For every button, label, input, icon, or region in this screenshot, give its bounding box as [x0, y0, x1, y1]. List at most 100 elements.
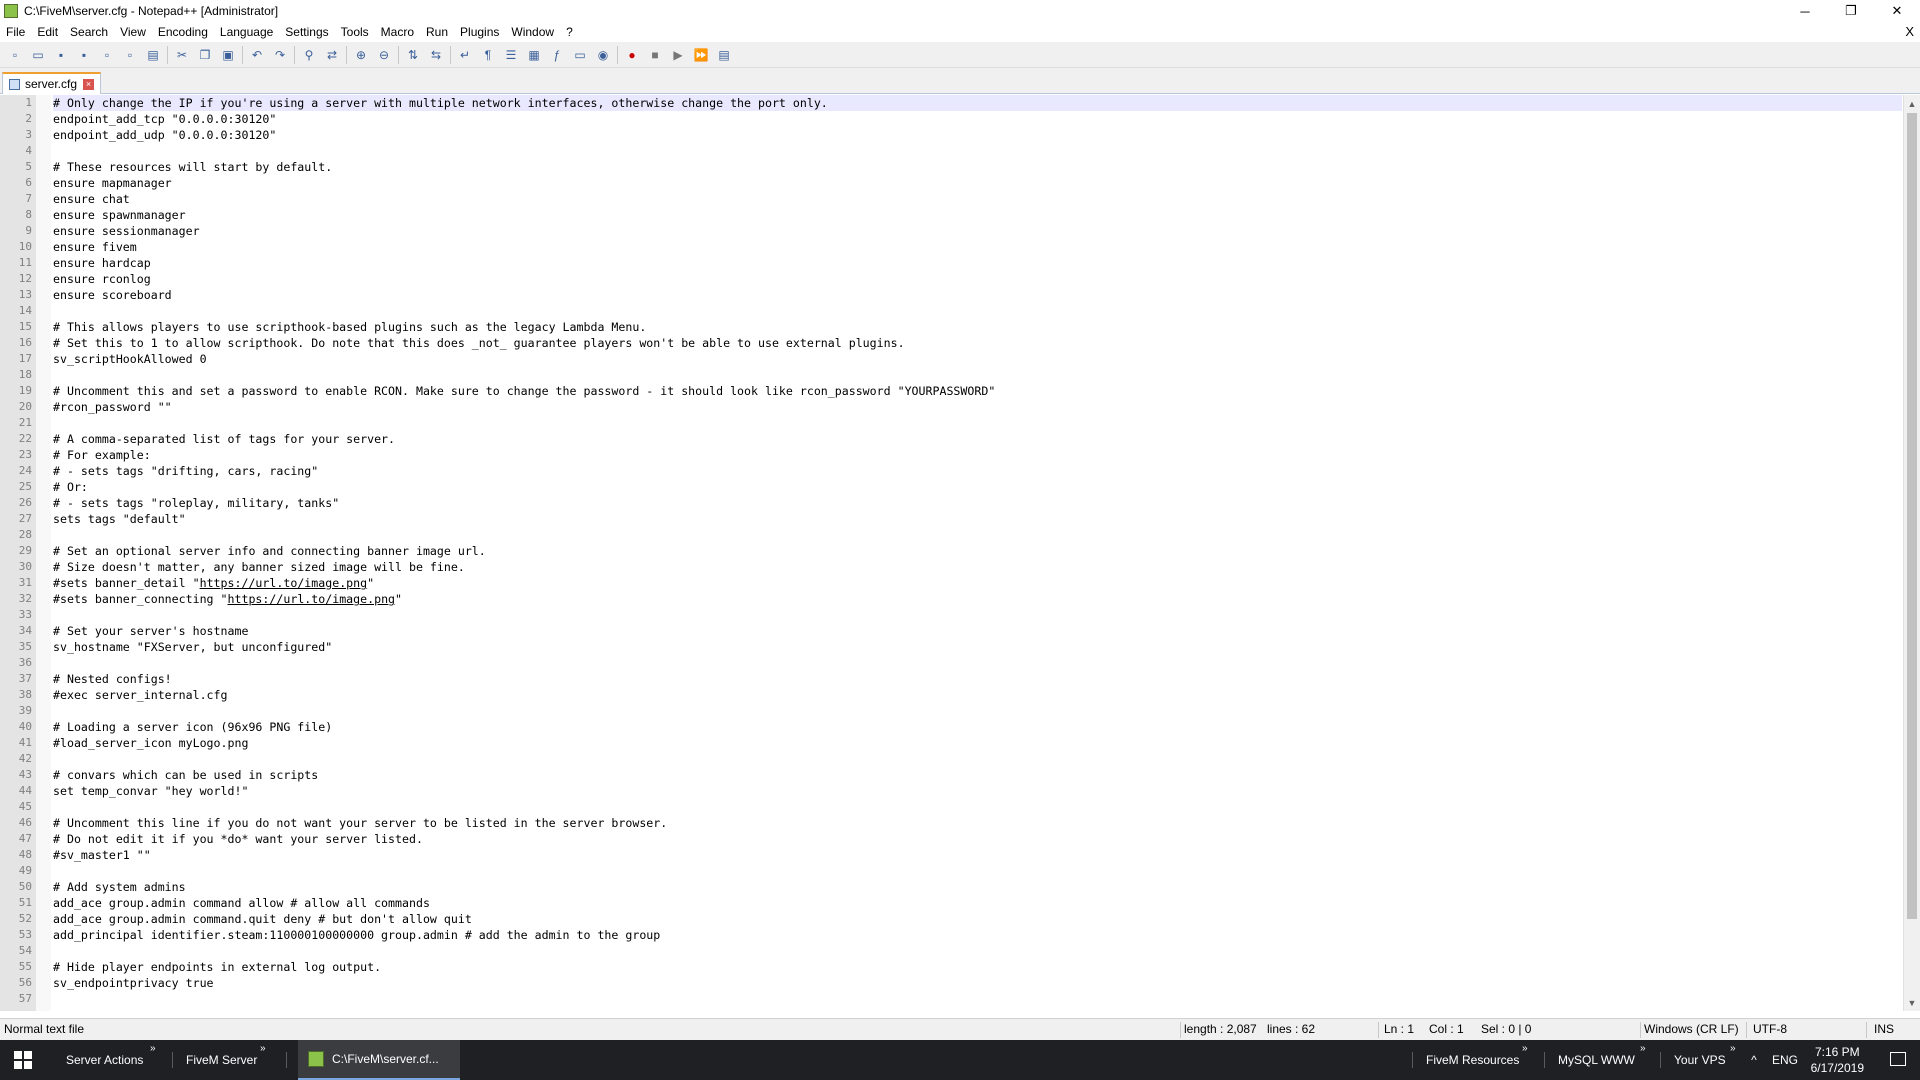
taskbar-app-notepad-plus-plus[interactable]: C:\FiveM\server.cf...: [298, 1040, 460, 1080]
undo-icon[interactable]: ↶: [248, 46, 266, 64]
url-link[interactable]: https://url.to/image.png: [228, 592, 396, 606]
menu-encoding[interactable]: Encoding: [152, 22, 214, 42]
scroll-down-icon[interactable]: ▼: [1904, 994, 1920, 1011]
show-all-chars-icon[interactable]: ¶: [479, 46, 497, 64]
folder-workspace-icon[interactable]: ▭: [571, 46, 589, 64]
system-clock[interactable]: 7:16 PM 6/17/2019: [1811, 1044, 1864, 1076]
code-line[interactable]: #sv_master1 "": [53, 847, 1902, 863]
code-line[interactable]: # Do not edit it if you *do* want your s…: [53, 831, 1902, 847]
code-line[interactable]: # These resources will start by default.: [53, 159, 1902, 175]
url-link[interactable]: https://url.to/image.png: [200, 576, 368, 590]
print-icon[interactable]: ▤: [144, 46, 162, 64]
menu-search[interactable]: Search: [64, 22, 114, 42]
close-all-icon[interactable]: ▫: [121, 46, 139, 64]
code-line[interactable]: set temp_convar "hey world!": [53, 783, 1902, 799]
open-file-icon[interactable]: ▭: [29, 46, 47, 64]
code-line[interactable]: ensure sessionmanager: [53, 223, 1902, 239]
save-icon[interactable]: ▪: [52, 46, 70, 64]
maximize-button[interactable]: ❐: [1828, 0, 1874, 22]
taskbar-toolbar-fivem-resources[interactable]: FiveM Resources »: [1418, 1040, 1544, 1080]
paste-icon[interactable]: ▣: [219, 46, 237, 64]
menu-language[interactable]: Language: [214, 22, 279, 42]
code-line[interactable]: # Set an optional server info and connec…: [53, 543, 1902, 559]
taskbar-toolbar-your-vps[interactable]: Your VPS »: [1666, 1040, 1738, 1080]
taskbar-toolbar-mysql-www[interactable]: MySQL WWW »: [1550, 1040, 1652, 1080]
code-line[interactable]: [53, 991, 1902, 1007]
close-document-button[interactable]: X: [1905, 22, 1914, 42]
close-icon[interactable]: ▫: [98, 46, 116, 64]
code-line[interactable]: # Size doesn't matter, any banner sized …: [53, 559, 1902, 575]
code-line[interactable]: ensure spawnmanager: [53, 207, 1902, 223]
code-line[interactable]: # Uncomment this line if you do not want…: [53, 815, 1902, 831]
code-line[interactable]: # convars which can be used in scripts: [53, 767, 1902, 783]
code-line[interactable]: ensure mapmanager: [53, 175, 1902, 191]
taskbar-toolbar-server-actions[interactable]: Server Actions »: [58, 1040, 176, 1080]
sync-horizontal-icon[interactable]: ⇆: [427, 46, 445, 64]
code-line[interactable]: [53, 527, 1902, 543]
code-line[interactable]: [53, 943, 1902, 959]
editor[interactable]: 1 2 3 4 5 6 7 8 9 10 11 12 13 14 15 16 17 18 19 20 21 22 23 24 2…: [0, 95, 1920, 1011]
menu-file[interactable]: File: [0, 22, 31, 42]
play-macro-icon[interactable]: ▶: [669, 46, 687, 64]
indent-guide-icon[interactable]: ☰: [502, 46, 520, 64]
menu-help[interactable]: ?: [560, 22, 579, 42]
tab-close-icon[interactable]: ×: [83, 78, 95, 90]
taskbar-toolbar-fivem-server[interactable]: FiveM Server »: [178, 1040, 286, 1080]
stop-record-icon[interactable]: ■: [646, 46, 664, 64]
code-line[interactable]: ensure rconlog: [53, 271, 1902, 287]
code-line[interactable]: # Add system admins: [53, 879, 1902, 895]
code-line[interactable]: # Nested configs!: [53, 671, 1902, 687]
code-line[interactable]: [53, 415, 1902, 431]
code-line[interactable]: #exec server_internal.cfg: [53, 687, 1902, 703]
menu-macro[interactable]: Macro: [375, 22, 420, 42]
code-line[interactable]: #sets banner_detail "https://url.to/imag…: [53, 575, 1902, 591]
menu-edit[interactable]: Edit: [31, 22, 64, 42]
code-line[interactable]: [53, 655, 1902, 671]
save-macro-icon[interactable]: ▤: [715, 46, 733, 64]
code-line[interactable]: # This allows players to use scripthook-…: [53, 319, 1902, 335]
code-line[interactable]: # Set this to 1 to allow scripthook. Do …: [53, 335, 1902, 351]
action-center-icon[interactable]: [1890, 1052, 1906, 1066]
code-line[interactable]: [53, 799, 1902, 815]
function-list-icon[interactable]: ƒ: [548, 46, 566, 64]
start-button[interactable]: [14, 1040, 34, 1080]
close-button[interactable]: ✕: [1874, 0, 1920, 22]
scroll-up-icon[interactable]: ▲: [1904, 95, 1920, 112]
menu-plugins[interactable]: Plugins: [454, 22, 505, 42]
code-line[interactable]: [53, 303, 1902, 319]
code-line[interactable]: ensure scoreboard: [53, 287, 1902, 303]
redo-icon[interactable]: ↷: [271, 46, 289, 64]
code-line[interactable]: [53, 607, 1902, 623]
code-line[interactable]: [53, 703, 1902, 719]
code-line[interactable]: # - sets tags "roleplay, military, tanks…: [53, 495, 1902, 511]
code-line[interactable]: ensure chat: [53, 191, 1902, 207]
code-line[interactable]: # For example:: [53, 447, 1902, 463]
save-all-icon[interactable]: ▪: [75, 46, 93, 64]
code-line[interactable]: #load_server_icon myLogo.png: [53, 735, 1902, 751]
code-line[interactable]: #rcon_password "": [53, 399, 1902, 415]
code-line[interactable]: # Uncomment this and set a password to e…: [53, 383, 1902, 399]
run-macro-multiple-icon[interactable]: ⏩: [692, 46, 710, 64]
menu-run[interactable]: Run: [420, 22, 454, 42]
code-line[interactable]: endpoint_add_tcp "0.0.0.0:30120": [53, 111, 1902, 127]
monitoring-icon[interactable]: ◉: [594, 46, 612, 64]
menu-view[interactable]: View: [114, 22, 152, 42]
code-line[interactable]: [53, 751, 1902, 767]
sync-vertical-icon[interactable]: ⇅: [404, 46, 422, 64]
code-line[interactable]: # Only change the IP if you're using a s…: [53, 95, 1902, 111]
code-line[interactable]: sv_scriptHookAllowed 0: [53, 351, 1902, 367]
code-line[interactable]: # Loading a server icon (96x96 PNG file): [53, 719, 1902, 735]
code-line[interactable]: # - sets tags "drifting, cars, racing": [53, 463, 1902, 479]
code-line[interactable]: # Hide player endpoints in external log …: [53, 959, 1902, 975]
code-line[interactable]: add_ace group.admin command.quit deny # …: [53, 911, 1902, 927]
menu-window[interactable]: Window: [505, 22, 560, 42]
code-line[interactable]: add_ace group.admin command allow # allo…: [53, 895, 1902, 911]
code-line[interactable]: ensure fivem: [53, 239, 1902, 255]
code-line[interactable]: # Set your server's hostname: [53, 623, 1902, 639]
code-line[interactable]: #sets banner_connecting "https://url.to/…: [53, 591, 1902, 607]
code-line[interactable]: add_principal identifier.steam:110000100…: [53, 927, 1902, 943]
tray-overflow-icon[interactable]: ^: [1746, 1040, 1762, 1080]
code-line[interactable]: endpoint_add_udp "0.0.0.0:30120": [53, 127, 1902, 143]
code-line[interactable]: [53, 863, 1902, 879]
code-line[interactable]: [53, 367, 1902, 383]
